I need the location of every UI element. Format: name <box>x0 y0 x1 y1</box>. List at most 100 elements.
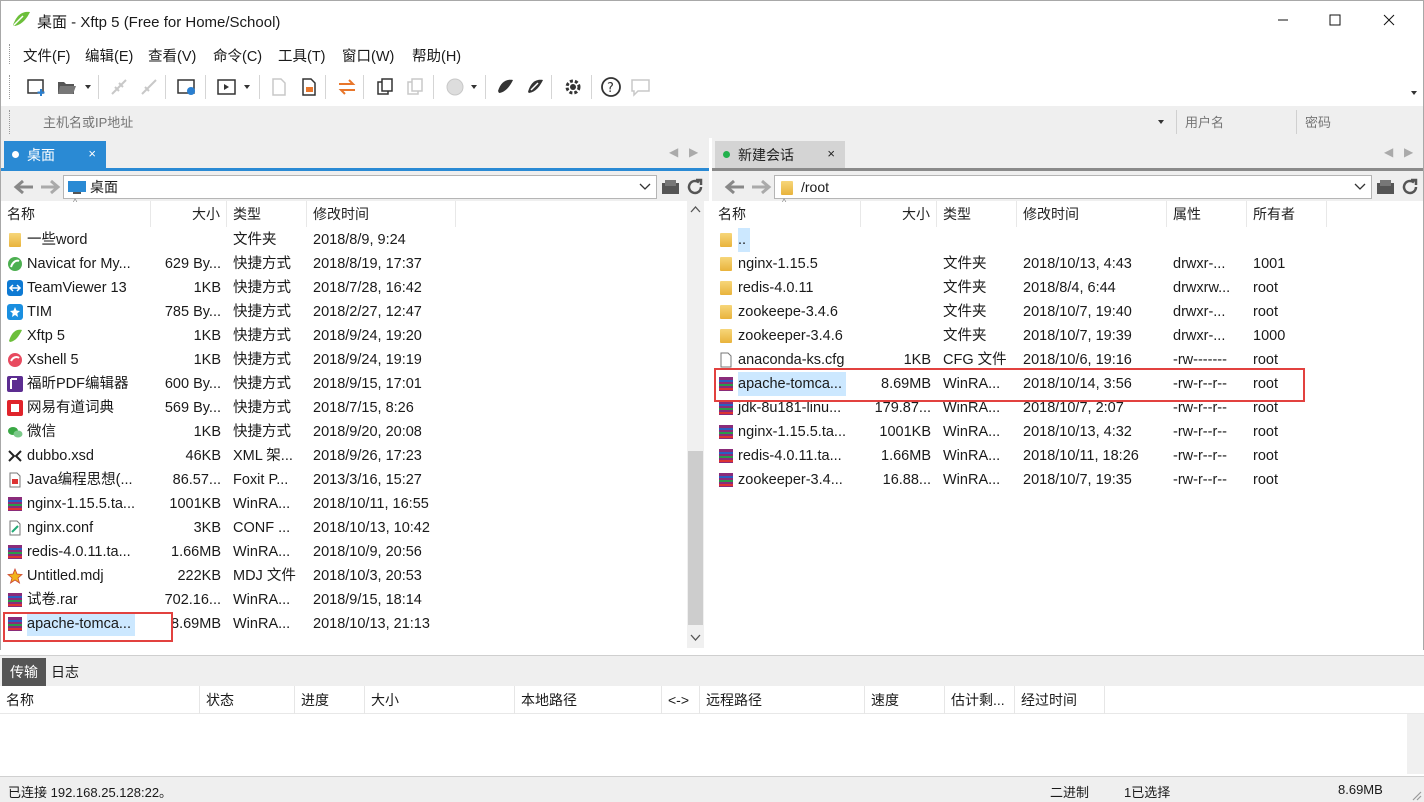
terminal-button[interactable] <box>215 75 239 99</box>
transfer-button[interactable] <box>335 75 359 99</box>
transfer-scrollbar[interactable] <box>1407 714 1424 774</box>
refresh-icon[interactable] <box>685 177 705 197</box>
col-eta[interactable]: 估计剩... <box>945 686 1015 714</box>
tab-new-session[interactable]: 新建会话 × <box>715 141 845 168</box>
selection-count: 1已选择 <box>1124 785 1171 800</box>
new-file-button[interactable] <box>267 75 291 99</box>
cell-modified: 2018/9/15, 18:14 <box>313 592 422 608</box>
back-arrow-icon[interactable] <box>13 179 35 195</box>
xftp-button[interactable] <box>523 75 547 99</box>
copy-button[interactable] <box>373 75 397 99</box>
chevron-down-icon[interactable] <box>1354 183 1366 191</box>
cell-size: 1KB <box>193 352 221 368</box>
paste-button[interactable] <box>403 75 427 99</box>
col-size[interactable]: 大小 <box>861 201 937 227</box>
col-size[interactable]: 大小 <box>151 201 227 227</box>
remote-path-text: /root <box>801 179 830 195</box>
menu-command[interactable]: 命令(C) <box>213 45 262 66</box>
refresh-icon[interactable] <box>1400 177 1420 197</box>
local-scrollbar[interactable] <box>687 201 704 648</box>
col-speed[interactable]: 速度 <box>865 686 945 714</box>
col-type[interactable]: 类型 <box>227 201 307 227</box>
options-button[interactable] <box>561 75 585 99</box>
xshell-button[interactable] <box>493 75 517 99</box>
open-dropdown-icon[interactable] <box>85 85 91 89</box>
col-remote-path[interactable]: 远程路径 <box>700 686 865 714</box>
youdao-icon <box>7 400 23 416</box>
menu-window[interactable]: 窗口(W) <box>342 45 394 66</box>
tab-local-desktop[interactable]: 桌面 × <box>4 141 106 168</box>
host-input[interactable] <box>15 110 1171 134</box>
col-attributes[interactable]: 属性 <box>1167 201 1247 227</box>
col-name[interactable]: 名称 <box>0 686 200 714</box>
close-button[interactable] <box>1363 1 1415 39</box>
cell-modified <box>1017 228 1167 252</box>
cell-modified: 2018/10/9, 20:56 <box>313 544 422 560</box>
edit-file-button[interactable] <box>297 75 321 99</box>
menu-grip <box>9 44 12 64</box>
globe-button[interactable] <box>443 75 467 99</box>
scroll-down-icon[interactable] <box>690 634 701 642</box>
col-size[interactable]: 大小 <box>365 686 515 714</box>
tab-close-icon[interactable]: × <box>827 146 835 161</box>
toolbar-overflow-icon[interactable] <box>1411 91 1417 95</box>
col-owner[interactable]: 所有者 <box>1247 201 1327 227</box>
help-button[interactable]: ? <box>599 75 623 99</box>
forward-arrow-icon[interactable] <box>39 179 61 195</box>
file-name: 福昕PDF编辑器 <box>27 376 129 392</box>
cell-attributes: -rw-r--r-- <box>1173 448 1227 464</box>
tab-next-icon[interactable]: ▶ <box>1404 145 1413 159</box>
folder-up-icon[interactable] <box>1376 178 1396 196</box>
col-type[interactable]: 类型 <box>937 201 1017 227</box>
col-modified[interactable]: 修改时间 <box>1017 201 1167 227</box>
xshell-icon <box>498 79 513 93</box>
properties-button[interactable] <box>175 75 199 99</box>
maximize-button[interactable] <box>1309 1 1361 39</box>
col-local-path[interactable]: 本地路径 <box>515 686 662 714</box>
col-modified[interactable]: 修改时间 <box>307 201 456 227</box>
tab-log[interactable]: 日志 <box>43 658 87 686</box>
tab-close-icon[interactable]: × <box>88 146 96 161</box>
forward-arrow-icon[interactable] <box>750 179 772 195</box>
cell-type: 快捷方式 <box>233 352 291 368</box>
cell-name: redis-4.0.11 <box>712 276 861 300</box>
transfer-mode[interactable]: 二进制 <box>1050 782 1089 801</box>
disconnect-button[interactable] <box>137 75 161 99</box>
scroll-up-icon[interactable] <box>690 205 701 213</box>
tab-next-icon[interactable]: ▶ <box>689 145 698 159</box>
remote-path-input[interactable]: /root <box>774 175 1372 199</box>
chevron-down-icon[interactable] <box>639 183 651 191</box>
open-button[interactable] <box>55 75 79 99</box>
paste-icon <box>407 78 423 95</box>
globe-dropdown-icon[interactable] <box>471 85 477 89</box>
col-status[interactable]: 状态 <box>200 686 295 714</box>
back-arrow-icon[interactable] <box>724 179 746 195</box>
new-session-button[interactable] <box>25 75 49 99</box>
col-direction[interactable]: <-> <box>662 686 700 714</box>
minimize-button[interactable] <box>1257 1 1309 39</box>
window-title: 桌面 - Xftp 5 (Free for Home/School) <box>37 14 281 31</box>
menu-view[interactable]: 查看(V) <box>148 45 196 66</box>
tab-prev-icon[interactable]: ◀ <box>669 145 678 159</box>
local-tabstrip: 桌面 × ◀ ▶ <box>1 138 709 168</box>
tab-transfer[interactable]: 传输 <box>2 658 46 686</box>
menu-help[interactable]: 帮助(H) <box>412 45 461 66</box>
terminal-dropdown-icon[interactable] <box>244 85 250 89</box>
menu-edit[interactable]: 编辑(E) <box>85 45 133 66</box>
local-scroll-thumb[interactable] <box>688 451 703 625</box>
col-progress[interactable]: 进度 <box>295 686 365 714</box>
col-elapsed[interactable]: 经过时间 <box>1015 686 1105 714</box>
password-input[interactable] <box>1296 110 1416 134</box>
resize-grip-icon[interactable] <box>1410 789 1422 801</box>
chat-button[interactable] <box>629 75 653 99</box>
file-name: zookeeper-3.4.6 <box>738 328 843 344</box>
menu-file[interactable]: 文件(F) <box>23 45 71 66</box>
username-input[interactable] <box>1176 110 1296 134</box>
tab-prev-icon[interactable]: ◀ <box>1384 145 1393 159</box>
col-name[interactable]: 名称 <box>712 201 861 227</box>
menu-tools[interactable]: 工具(T) <box>278 45 326 66</box>
connect-button[interactable] <box>107 75 131 99</box>
host-dropdown-icon[interactable] <box>1158 120 1164 124</box>
folder-up-icon[interactable] <box>661 178 681 196</box>
local-path-input[interactable]: 桌面 <box>63 175 657 199</box>
